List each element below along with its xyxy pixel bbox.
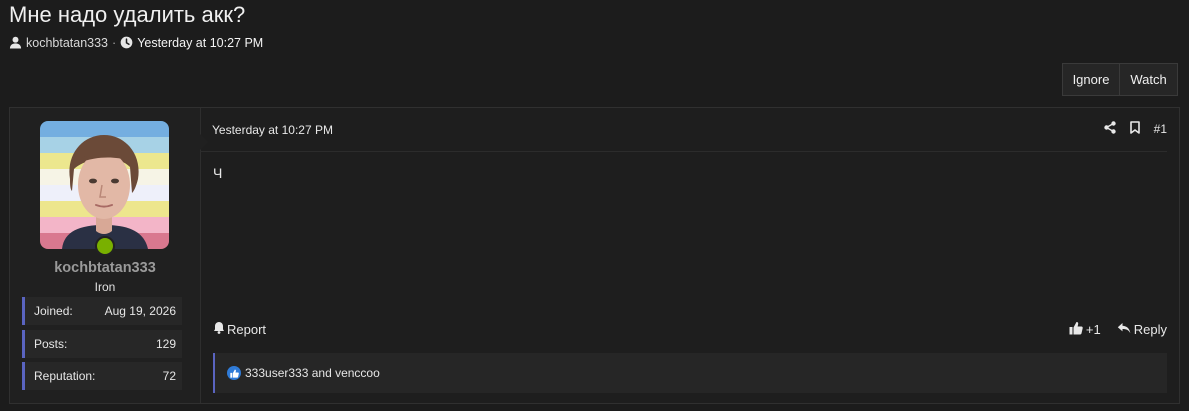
post-time-link[interactable]: Yesterday at 10:27 PM (212, 123, 333, 137)
stat-posts: Posts: 129 (22, 330, 182, 358)
thread-actions: Ignore Watch (1062, 63, 1178, 96)
clock-icon (120, 36, 134, 50)
stat-label: Joined: (34, 304, 73, 318)
stat-label: Reputation: (34, 369, 96, 383)
reply-icon (1117, 322, 1131, 337)
stat-value[interactable]: 129 (156, 337, 176, 351)
ignore-button[interactable]: Ignore (1062, 63, 1120, 96)
post-pointer-arrow (200, 134, 208, 150)
report-label: Report (227, 321, 267, 337)
like-badge-icon (227, 366, 241, 380)
stat-joined: Joined: Aug 19, 2026 (22, 297, 182, 325)
watch-button[interactable]: Watch (1120, 63, 1178, 96)
meta-separator: · (112, 36, 117, 50)
reply-label: Reply (1133, 322, 1167, 337)
like-button[interactable]: +1 (1069, 321, 1101, 338)
thumbs-up-icon (1069, 321, 1083, 338)
stat-label: Posts: (34, 337, 68, 351)
post-header-actions: #1 (1103, 121, 1167, 137)
avatar[interactable] (40, 121, 169, 249)
share-icon[interactable] (1103, 121, 1116, 137)
post-number-link[interactable]: #1 (1154, 122, 1167, 136)
stat-value: 72 (162, 369, 176, 383)
post-container: kochbtatan333 Iron Joined: Aug 19, 2026 … (9, 107, 1180, 404)
reply-button[interactable]: Reply (1117, 322, 1167, 337)
bookmark-icon[interactable] (1129, 121, 1140, 137)
online-status-indicator (95, 236, 115, 256)
post-body: Ч (213, 165, 223, 181)
post-header-divider (200, 151, 1167, 152)
like-count: +1 (1085, 322, 1101, 337)
user-info-column: kochbtatan333 Iron Joined: Aug 19, 2026 … (10, 108, 201, 403)
reactions-users-link[interactable]: 333user333 and venccoo (245, 366, 380, 380)
thread-title: Мне надо удалить акк? (9, 2, 246, 27)
thread-meta: kochbtatan333 · Yesterday at 10:27 PM (9, 36, 263, 50)
thread-time-link[interactable]: Yesterday at 10:27 PM (137, 36, 263, 50)
report-link[interactable]: Report (213, 321, 266, 337)
user-name-link[interactable]: kochbtatan333 (10, 260, 200, 276)
post-footer-actions: +1 Reply (1069, 321, 1167, 338)
stat-value: Aug 19, 2026 (104, 304, 176, 318)
user-icon (9, 36, 23, 50)
stat-reputation: Reputation: 72 (22, 362, 182, 390)
avatar-image (40, 121, 169, 249)
user-rank: Iron (94, 280, 116, 294)
bell-icon (213, 321, 225, 337)
thread-author-link[interactable]: kochbtatan333 (26, 36, 108, 50)
reactions-bar: 333user333 and venccoo (213, 353, 1167, 393)
